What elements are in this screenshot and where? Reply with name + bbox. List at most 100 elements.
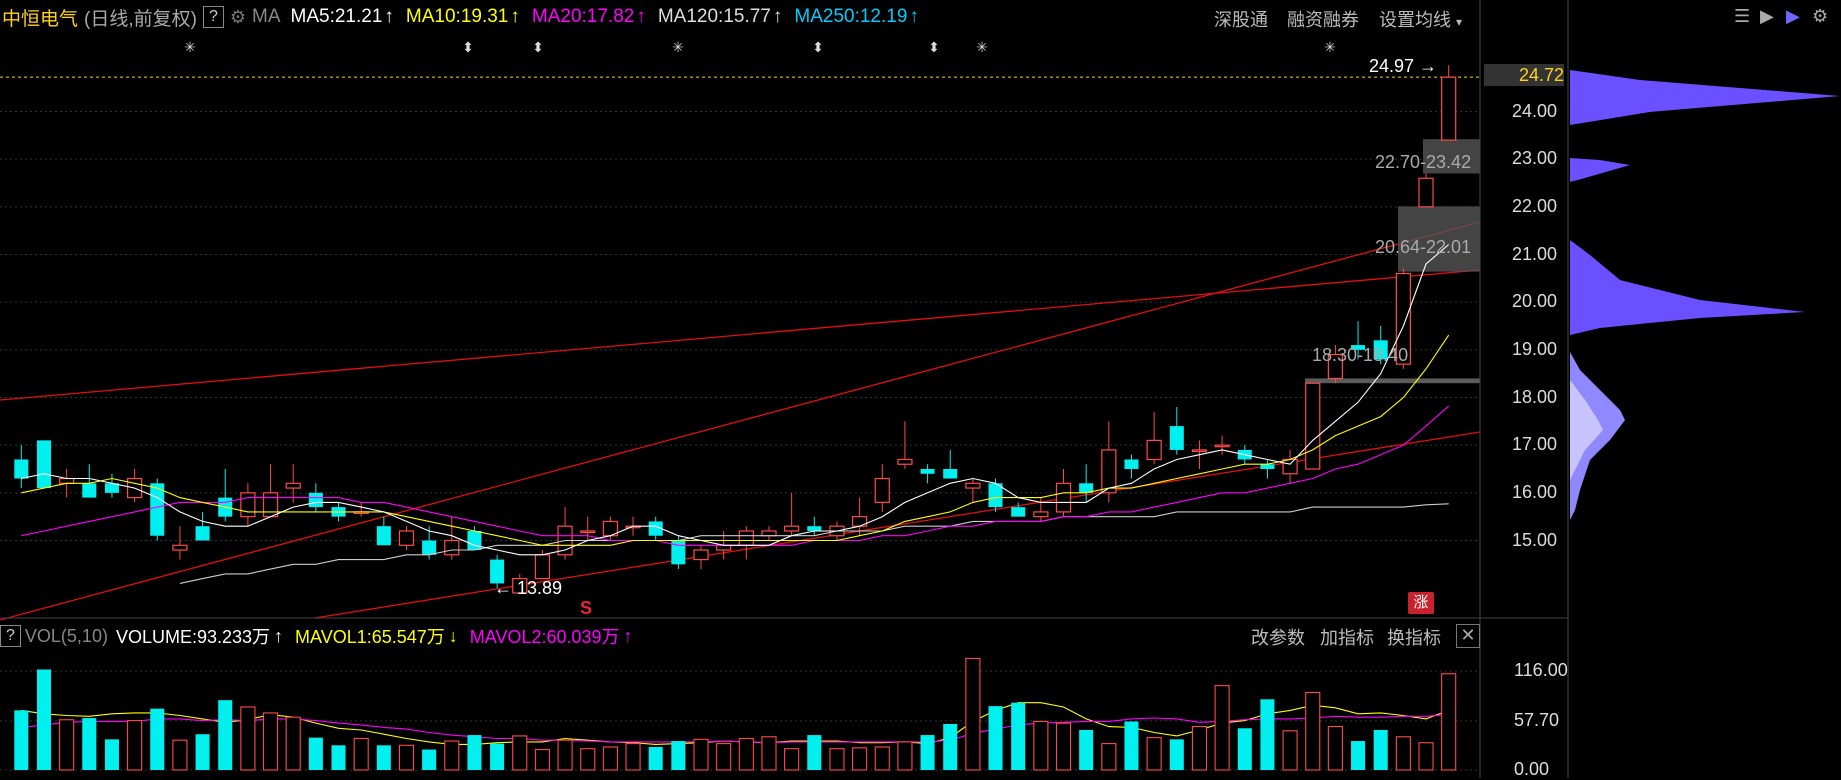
- volume-bar: [807, 735, 822, 770]
- event-marker-icon: ✳: [184, 40, 196, 56]
- candle-body: [240, 492, 256, 518]
- volume-bar: [490, 743, 505, 770]
- mavol2-arrow: ↑: [623, 625, 633, 646]
- volume-bar: [14, 710, 29, 770]
- volume-bar: [671, 741, 686, 770]
- high-price-value: 24.97: [1369, 56, 1415, 76]
- mavol1-arrow: ↓: [448, 625, 458, 646]
- candle-body: [761, 530, 777, 537]
- volume-bar: [1305, 691, 1321, 771]
- moving-average-lines: [21, 244, 1450, 745]
- gap-label-3: 18.30-18.40: [1312, 345, 1409, 365]
- candle-body: [1282, 458, 1298, 475]
- volume-tick-label: 116.00: [1514, 660, 1568, 681]
- vol-label[interactable]: VOL(5,10): [25, 626, 108, 647]
- volume-bar: [897, 741, 913, 771]
- volume-bar: [1033, 720, 1049, 771]
- low-price-label: ← 13.89: [494, 578, 563, 598]
- volume-profile-shape: [1570, 240, 1805, 335]
- close-icon[interactable]: ✕: [1456, 624, 1480, 648]
- candle-body: [943, 469, 958, 479]
- vol-help-button[interactable]: ?: [0, 625, 21, 647]
- candle-body: [285, 482, 301, 489]
- volume-bar: [920, 735, 935, 770]
- add-indicator-menu[interactable]: 加指标: [1320, 624, 1374, 650]
- candle-body: [422, 540, 437, 555]
- price-tick-label: 20.00: [1512, 291, 1558, 312]
- volume-bar: [1011, 702, 1026, 770]
- volume-bar: [829, 748, 845, 771]
- volume-bar: [285, 716, 301, 771]
- candle-body: [965, 482, 981, 489]
- volume-bar: [59, 719, 75, 771]
- switch-indicator-menu[interactable]: 换指标: [1387, 624, 1441, 650]
- candle-body: [444, 539, 460, 556]
- volume-bar: [580, 748, 596, 771]
- volume-bar: [1191, 726, 1208, 771]
- volume-bar: [943, 724, 958, 770]
- candle-body: [195, 526, 210, 541]
- volume-bar: [127, 720, 143, 771]
- event-marker-icon: ✳: [672, 40, 684, 56]
- candle-body: [897, 458, 913, 465]
- volume-profile-shape: [1570, 158, 1630, 182]
- volume-bars: [14, 657, 1457, 771]
- volume-bar: [1418, 742, 1434, 771]
- candle-body: [398, 530, 415, 546]
- volume-bar: [104, 739, 119, 770]
- volume-bar: [988, 706, 1003, 770]
- volume-bar: [1101, 743, 1117, 771]
- event-marker-icon: ⬍: [928, 40, 940, 56]
- event-marker-icon: ⬍: [812, 40, 824, 56]
- candle-body: [580, 530, 596, 534]
- volume-bar: [534, 749, 550, 771]
- volume-bar: [738, 737, 754, 771]
- candle-body: [1169, 426, 1184, 450]
- volume-tick-label: 0.00: [1514, 759, 1550, 779]
- volume-bar: [150, 708, 165, 770]
- volume-bar: [353, 737, 369, 771]
- ma10-line: [21, 334, 1450, 546]
- event-marker-icon: ✳: [1324, 40, 1336, 56]
- price-tick-label: 21.00: [1512, 243, 1558, 264]
- candle-body: [1146, 439, 1162, 461]
- price-tick-label: 16.00: [1512, 481, 1558, 502]
- volume-bar: [1327, 726, 1343, 771]
- sell-signal-icon[interactable]: S: [580, 598, 592, 619]
- event-marker-icon: ✳: [976, 40, 988, 56]
- trend-line: [0, 269, 1481, 401]
- volume-bar: [1146, 737, 1162, 771]
- change-params-menu[interactable]: 改参数: [1251, 624, 1305, 650]
- price-tick-label: 24.00: [1512, 100, 1558, 121]
- volume-bar: [172, 739, 188, 771]
- candle-body: [1260, 464, 1275, 469]
- candle-body: [1011, 507, 1026, 517]
- candle-body: [1418, 177, 1434, 208]
- mavol2-value: MAVOL2:60.039万: [469, 627, 620, 647]
- volume-tick-label: 57.70: [1514, 709, 1560, 730]
- limit-up-badge[interactable]: 涨: [1408, 592, 1434, 614]
- candle-body: [36, 440, 52, 489]
- price-tick-label: 23.00: [1512, 148, 1558, 169]
- volume-bar: [218, 700, 233, 770]
- volume-bar: [1124, 721, 1139, 770]
- volume-bar: [308, 737, 323, 770]
- candle-body: [920, 469, 935, 474]
- candle-body: [150, 483, 165, 536]
- volume-bar: [693, 738, 709, 771]
- ma120-line: [179, 503, 1449, 584]
- price-tick-label: 22.00: [1512, 195, 1558, 216]
- mavol2-line: [21, 714, 1449, 744]
- candle-body: [738, 530, 754, 546]
- price-tick-label: 15.00: [1512, 529, 1558, 550]
- candle-body: [262, 492, 279, 518]
- volume-bar: [376, 745, 391, 770]
- volume-bar: [195, 734, 210, 770]
- grid-lines: [0, 76, 1480, 771]
- candle-body: [693, 549, 709, 561]
- candle-body: [807, 526, 822, 531]
- volume-bar: [1169, 739, 1184, 770]
- volume-bar: [1373, 729, 1388, 770]
- current-price-tag: 24.72: [1484, 64, 1564, 86]
- candle-body: [716, 544, 732, 551]
